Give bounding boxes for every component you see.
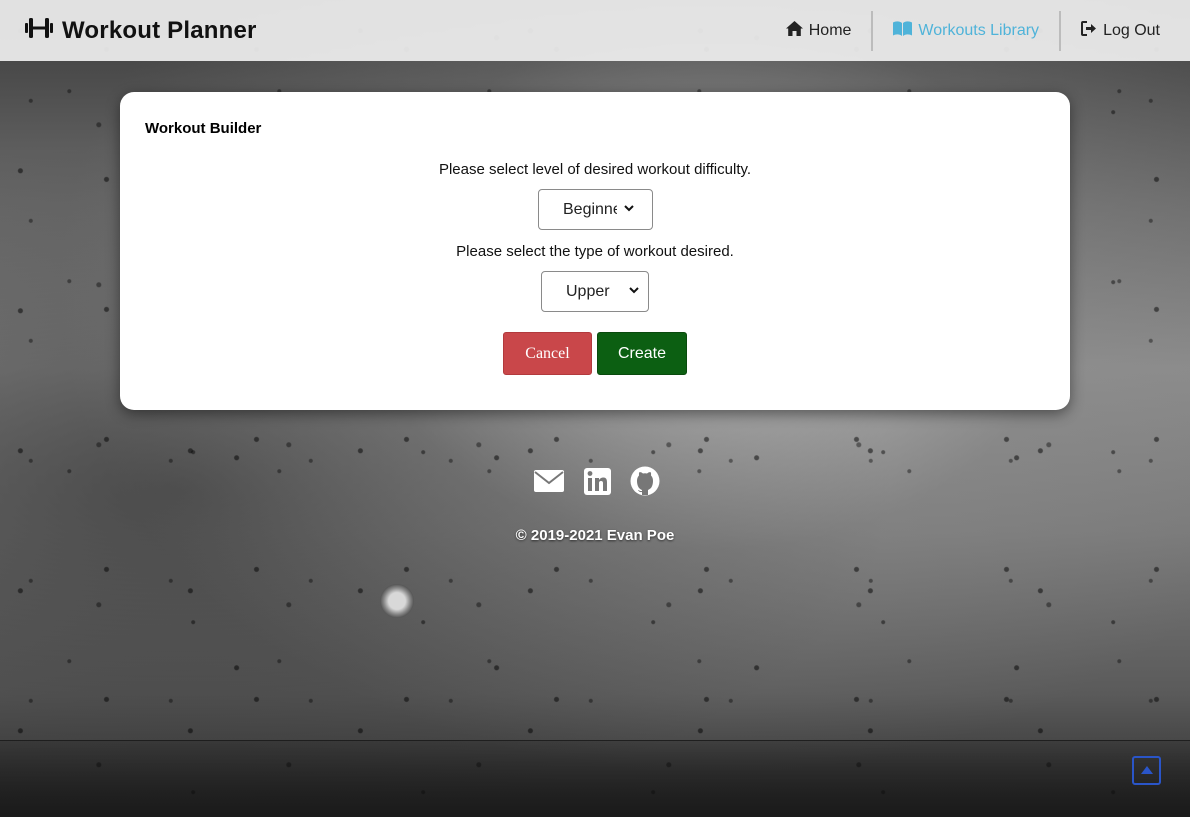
cancel-button[interactable]: Cancel	[503, 332, 592, 375]
envelope-icon[interactable]	[533, 465, 565, 497]
chevron-down-icon	[622, 283, 640, 301]
nav-workouts-library-label: Workouts Library	[918, 21, 1040, 39]
linkedin-icon[interactable]	[581, 465, 613, 497]
nav-links: Home Workouts Library Log Out	[766, 0, 1190, 61]
copyright-text: © 2019-2021 Evan Poe	[515, 527, 675, 544]
nav-home[interactable]: Home	[766, 11, 872, 51]
wall-bolt	[380, 584, 414, 618]
home-icon	[785, 20, 803, 41]
nav-logout[interactable]: Log Out	[1061, 11, 1190, 51]
github-icon[interactable]	[629, 465, 661, 497]
book-icon	[893, 20, 913, 41]
nav-workouts-library[interactable]: Workouts Library	[873, 11, 1059, 51]
nav-logout-label: Log Out	[1103, 21, 1160, 39]
navbar: Workout Planner Home Workouts Library Lo…	[0, 0, 1190, 61]
chevron-down-icon	[617, 201, 635, 219]
background-floor	[0, 740, 1190, 817]
dumbbell-icon	[24, 16, 54, 45]
type-select[interactable]: Upper	[541, 271, 649, 312]
difficulty-select[interactable]: Beginner	[538, 189, 653, 230]
logout-icon	[1081, 20, 1097, 41]
type-prompt: Please select the type of workout desire…	[456, 243, 734, 260]
nav-home-label: Home	[808, 21, 852, 39]
type-select-value: Upper	[566, 282, 610, 300]
card-title: Workout Builder	[145, 120, 262, 137]
difficulty-select-value: Beginner	[563, 200, 617, 218]
brand-title: Workout Planner	[62, 16, 257, 44]
social-links	[533, 465, 661, 497]
caret-up-icon	[1140, 762, 1154, 780]
workout-builder-card: Workout Builder Please select level of d…	[120, 92, 1070, 410]
difficulty-prompt: Please select level of desired workout d…	[438, 161, 752, 178]
create-button[interactable]: Create	[597, 332, 687, 375]
brand[interactable]: Workout Planner	[24, 16, 257, 45]
scroll-to-top-button[interactable]	[1132, 756, 1161, 785]
